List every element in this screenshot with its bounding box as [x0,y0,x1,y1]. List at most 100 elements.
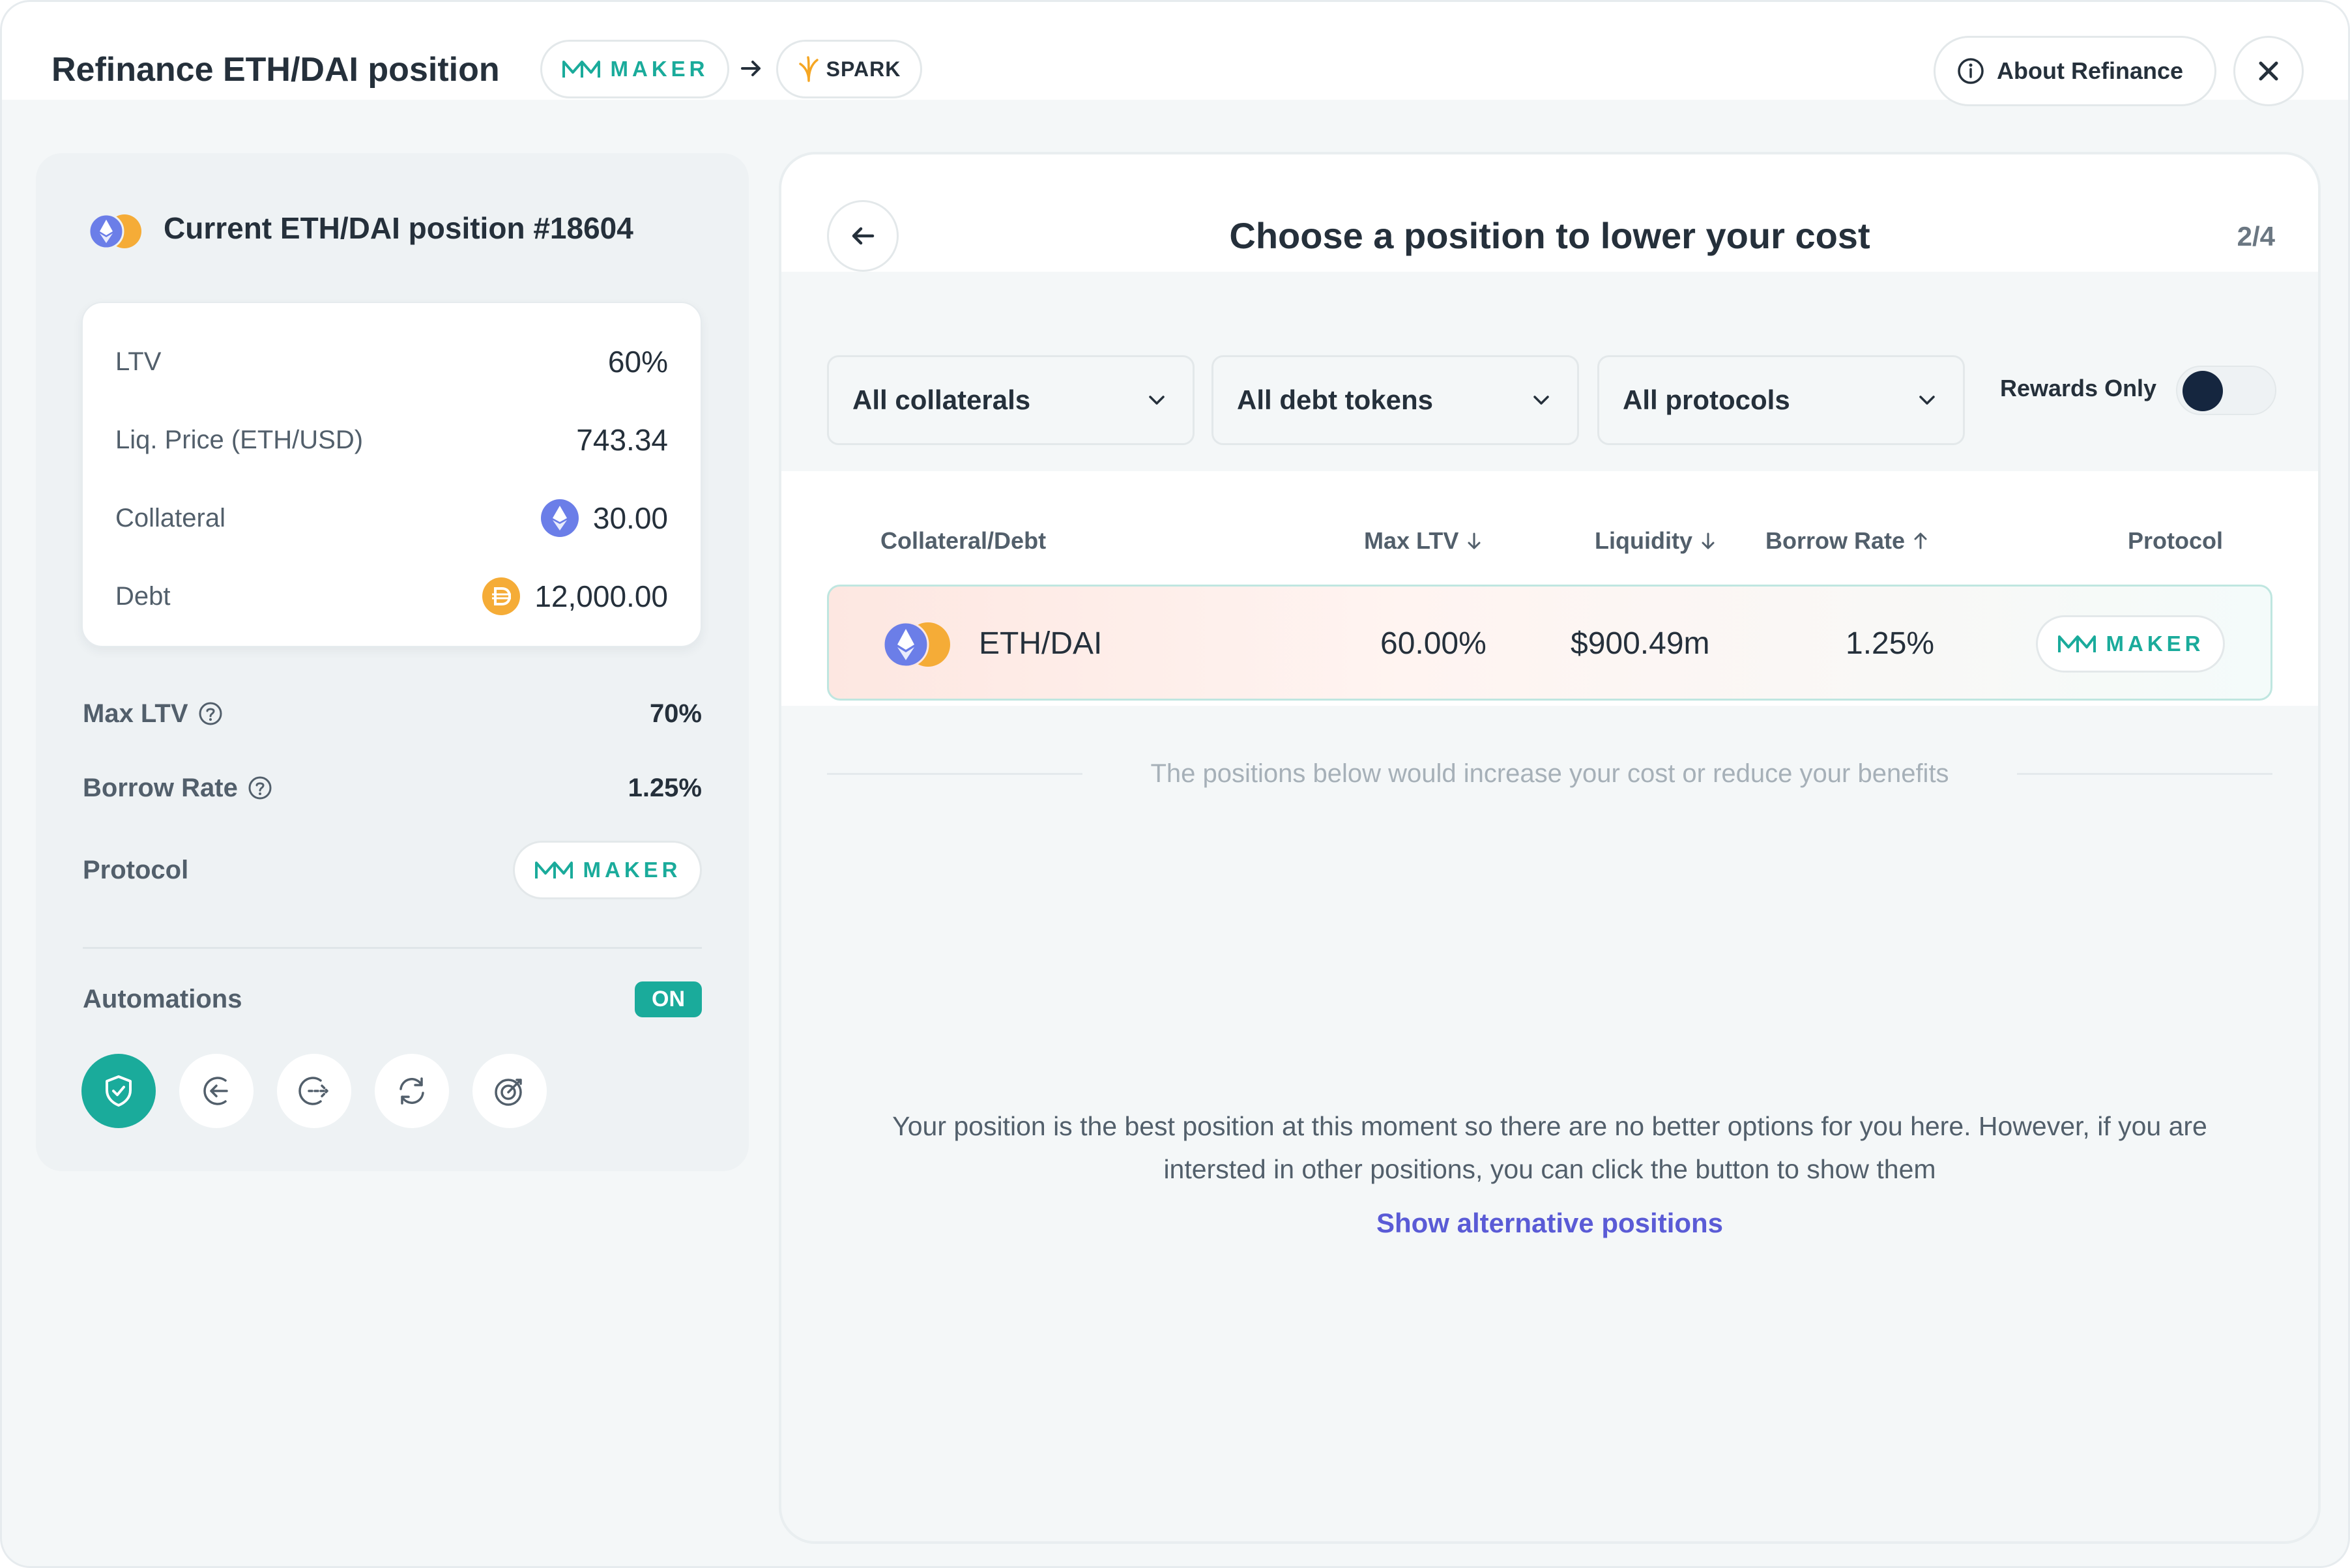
arrow-out-circle-icon [298,1077,328,1105]
from-protocol-badge: MAKER [540,40,729,98]
separator-text: The positions below would increase your … [1150,759,1949,788]
protocol-value: MAKER [583,858,682,882]
eth-icon [540,499,579,537]
borrow-rate-label-group: Borrow Rate [83,774,273,803]
ltv-value: 60% [607,345,668,379]
eth-dai-pair-icon [882,621,950,668]
position-details-card: LTV 60% Liq. Price (ETH/USD) 743.34 Coll… [81,302,702,647]
liq-price-label: Liq. Price (ETH/USD) [115,425,364,454]
refresh-icon [399,1077,424,1105]
separator-line [2016,772,2273,775]
liq-price-value: 743.34 [576,423,668,457]
max-ltv-row: Max LTV 70% [83,694,702,733]
to-protocol-label: SPARK [826,57,901,81]
maker-logo-icon [534,862,573,878]
auto-buy-automation-button[interactable] [179,1054,254,1128]
arrow-up-icon [1914,532,1927,549]
chevron-down-icon [1919,396,1935,405]
collateral-value-group: 30.00 [540,499,668,537]
protocols-dropdown[interactable]: All protocols [1597,355,1965,445]
best-position-message: Your position is the best position at th… [892,1111,2207,1184]
collateral-row: Collateral 30.00 [115,499,668,538]
worse-positions-separator: The positions below would increase your … [827,754,2273,793]
collaterals-dropdown[interactable]: All collaterals [827,355,1195,445]
max-ltv-label: Max LTV [83,699,188,728]
info-icon [1958,58,1984,84]
step-counter: 2/4 [2237,221,2275,252]
refinance-modal: Refinance ETH/DAI position MAKER SPARK A… [0,0,2350,1568]
target-icon [495,1079,522,1106]
max-ltv-label-group: Max LTV [83,699,224,729]
automations-row: Automations ON [83,980,702,1019]
debt-value-group: 12,000.00 [482,577,668,615]
from-protocol-label: MAKER [610,57,709,81]
ltv-label: LTV [115,347,162,376]
borrow-rate-row: Borrow Rate 1.25% [83,768,702,807]
arrow-right-icon [741,61,761,76]
eth-dai-pair-icon [88,213,141,250]
row-borrow-rate: 1.25% [1846,626,1935,661]
toggle-knob [2183,371,2223,411]
row-max-ltv: 60.00% [1380,626,1487,661]
constant-multiple-automation-button[interactable] [375,1054,449,1128]
automations-status-badge: ON [635,981,702,1017]
to-protocol-badge: SPARK [776,40,922,98]
arrow-down-icon [1468,532,1481,549]
protocol-label: Protocol [83,855,189,884]
rewards-only-label: Rewards Only [2000,375,2157,401]
arrow-down-icon [1702,532,1715,549]
about-refinance-button[interactable]: About Refinance [1934,36,2216,106]
stop-loss-automation-button[interactable] [81,1054,156,1128]
maker-logo-icon [2057,635,2096,652]
about-refinance-label: About Refinance [1997,57,2184,84]
modal-header: Refinance ETH/DAI position MAKER SPARK A… [2,2,2348,106]
shield-check-icon [106,1075,132,1107]
borrow-rate-value: 1.25% [628,773,702,802]
column-header-pair[interactable]: Collateral/Debt [880,527,1046,555]
borrow-rate-label: Borrow Rate [83,773,238,802]
page-title: Refinance ETH/DAI position [51,51,500,89]
debt-row: Debt 12,000.00 [115,577,668,616]
help-icon[interactable] [247,775,273,801]
choose-position-panel: Choose a position to lower your cost 2/4… [779,152,2321,1544]
max-ltv-value: 70% [649,699,702,728]
collateral-label: Collateral [115,503,225,532]
current-position-panel: Current ETH/DAI position #18604 LTV 60% … [36,153,749,1171]
column-header-borrow-rate[interactable]: Borrow Rate [1765,527,1930,555]
chevron-down-icon [1149,396,1165,405]
protocol-row: Protocol MAKER [83,841,702,899]
debt-tokens-dropdown[interactable]: All debt tokens [1211,355,1579,445]
take-profit-automation-button[interactable] [472,1054,547,1128]
protocol-badge: MAKER [513,841,702,899]
automations-label: Automations [83,984,242,1013]
row-pair: ETH/DAI [979,626,1103,661]
close-button[interactable] [2233,36,2304,106]
debt-value: 12,000.00 [534,579,668,613]
column-header-liquidity[interactable]: Liquidity [1595,527,1717,555]
debt-tokens-dropdown-label: All debt tokens [1237,385,1434,415]
automation-icons [81,1054,570,1128]
liq-price-row: Liq. Price (ETH/USD) 743.34 [115,420,668,459]
debt-label: Debt [115,581,171,611]
spark-logo-icon [798,56,819,82]
divider [83,947,702,949]
row-protocol-label: MAKER [2106,632,2205,656]
table-row[interactable]: ETH/DAI 60.00% $900.49m 1.25% MAKER [827,585,2272,701]
step-title: Choose a position to lower your cost [1229,215,1870,256]
arrow-in-circle-icon [203,1077,228,1105]
maker-logo-icon [562,61,600,78]
current-position-title: Current ETH/DAI position #18604 [164,211,633,245]
column-header-protocol: Protocol [2128,527,2224,554]
column-header-max-ltv[interactable]: Max LTV [1364,527,1483,555]
ltv-row: LTV 60% [115,342,668,381]
show-alternative-positions-link[interactable]: Show alternative positions [781,1208,2318,1239]
collateral-value: 30.00 [592,501,668,535]
collaterals-dropdown-label: All collaterals [852,385,1031,415]
protocols-dropdown-label: All protocols [1623,385,1790,415]
rewards-only-toggle[interactable] [2176,366,2276,415]
auto-sell-automation-button[interactable] [277,1054,351,1128]
row-protocol-badge: MAKER [2036,615,2225,673]
close-icon [2259,61,2278,81]
help-icon[interactable] [197,701,224,727]
dai-icon [482,577,521,615]
